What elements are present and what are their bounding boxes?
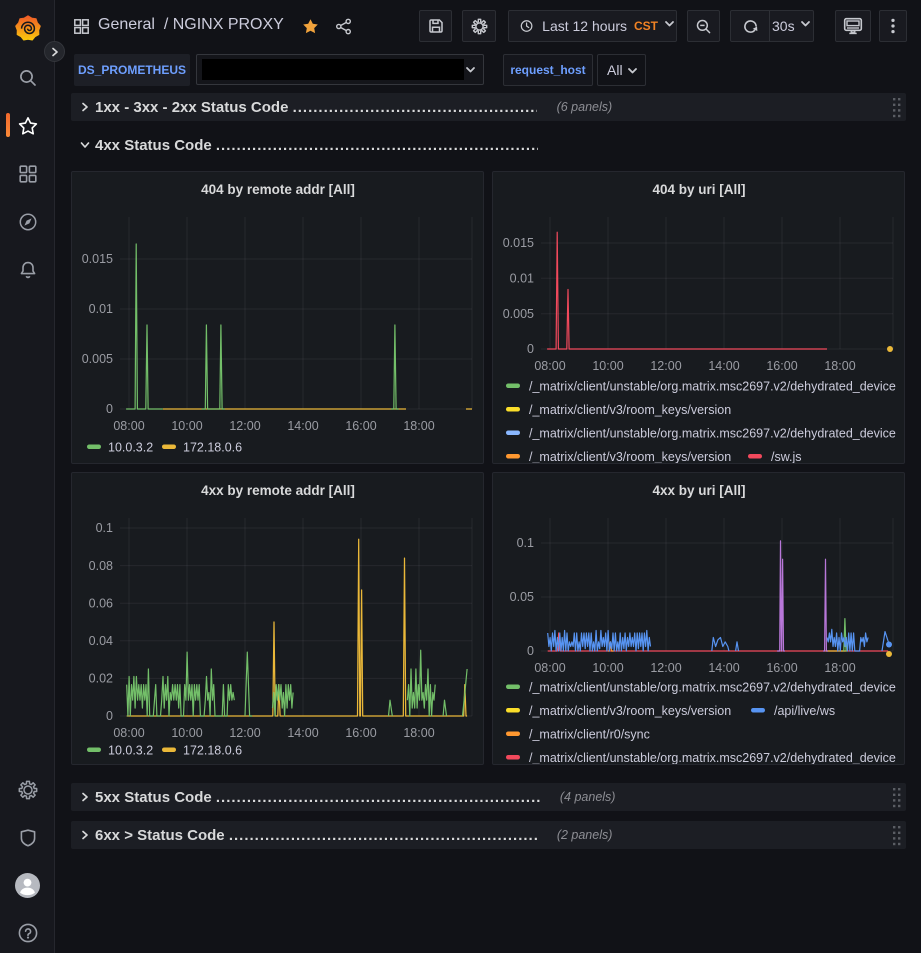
svg-text:08:00: 08:00 xyxy=(113,419,144,433)
svg-text:18:00: 18:00 xyxy=(824,359,855,373)
svg-text:10:00: 10:00 xyxy=(592,359,623,373)
svg-text:0.01: 0.01 xyxy=(89,302,113,316)
svg-text:0: 0 xyxy=(527,342,534,356)
svg-text:16:00: 16:00 xyxy=(766,661,797,675)
svg-text:/_matrix/client/unstable/org.m: /_matrix/client/unstable/org.matrix.msc2… xyxy=(529,751,896,765)
svg-text:10:00: 10:00 xyxy=(592,661,623,675)
svg-text:/sw.js: /sw.js xyxy=(771,450,802,464)
svg-text:0.015: 0.015 xyxy=(82,252,113,266)
svg-text:0: 0 xyxy=(527,644,534,658)
svg-text:404 by remote addr [All]: 404 by remote addr [All] xyxy=(201,182,355,197)
svg-text:0.08: 0.08 xyxy=(89,559,113,573)
svg-text:0.02: 0.02 xyxy=(89,672,113,686)
svg-text:14:00: 14:00 xyxy=(708,661,739,675)
svg-text:4xx by uri [All]: 4xx by uri [All] xyxy=(652,483,745,498)
svg-text:16:00: 16:00 xyxy=(345,726,376,740)
svg-text:/api/live/ws: /api/live/ws xyxy=(774,704,835,718)
svg-text:12:00: 12:00 xyxy=(229,726,260,740)
svg-text:10.0.3.2: 10.0.3.2 xyxy=(108,441,153,455)
svg-text:0.005: 0.005 xyxy=(82,352,113,366)
svg-text:14:00: 14:00 xyxy=(287,726,318,740)
svg-text:16:00: 16:00 xyxy=(766,359,797,373)
svg-text:0: 0 xyxy=(106,709,113,723)
svg-text:0.01: 0.01 xyxy=(510,272,534,286)
svg-text:/_matrix/client/v3/room_keys/v: /_matrix/client/v3/room_keys/version xyxy=(529,450,731,464)
svg-text:08:00: 08:00 xyxy=(534,359,565,373)
svg-text:0: 0 xyxy=(106,402,113,416)
svg-text:/_matrix/client/unstable/org.m: /_matrix/client/unstable/org.matrix.msc2… xyxy=(529,380,896,394)
svg-text:0.05: 0.05 xyxy=(510,590,534,604)
svg-text:/_matrix/client/r0/sync: /_matrix/client/r0/sync xyxy=(529,728,650,742)
svg-text:172.18.0.6: 172.18.0.6 xyxy=(183,744,242,758)
svg-text:0.005: 0.005 xyxy=(503,307,534,321)
svg-text:18:00: 18:00 xyxy=(824,661,855,675)
svg-text:08:00: 08:00 xyxy=(534,661,565,675)
svg-text:172.18.0.6: 172.18.0.6 xyxy=(183,441,242,455)
svg-text:12:00: 12:00 xyxy=(650,661,681,675)
svg-text:0.1: 0.1 xyxy=(96,521,113,535)
svg-text:/_matrix/client/unstable/org.m: /_matrix/client/unstable/org.matrix.msc2… xyxy=(529,681,896,695)
svg-text:0.04: 0.04 xyxy=(89,634,113,648)
svg-text:16:00: 16:00 xyxy=(345,419,376,433)
svg-text:0.015: 0.015 xyxy=(503,236,534,250)
svg-text:12:00: 12:00 xyxy=(650,359,681,373)
svg-text:08:00: 08:00 xyxy=(113,726,144,740)
svg-text:/_matrix/client/v3/room_keys/v: /_matrix/client/v3/room_keys/version xyxy=(529,704,731,718)
svg-text:/_matrix/client/v3/room_keys/v: /_matrix/client/v3/room_keys/version xyxy=(529,403,731,417)
svg-text:14:00: 14:00 xyxy=(287,419,318,433)
svg-text:0.1: 0.1 xyxy=(517,536,534,550)
svg-text:4xx by remote addr [All]: 4xx by remote addr [All] xyxy=(201,483,355,498)
svg-text:18:00: 18:00 xyxy=(403,726,434,740)
svg-text:10:00: 10:00 xyxy=(171,419,202,433)
svg-text:18:00: 18:00 xyxy=(403,419,434,433)
svg-text:10.0.3.2: 10.0.3.2 xyxy=(108,744,153,758)
svg-text:0.06: 0.06 xyxy=(89,596,113,610)
svg-text:404 by uri [All]: 404 by uri [All] xyxy=(652,182,745,197)
svg-text:14:00: 14:00 xyxy=(708,359,739,373)
svg-text:12:00: 12:00 xyxy=(229,419,260,433)
svg-text:/_matrix/client/unstable/org.m: /_matrix/client/unstable/org.matrix.msc2… xyxy=(529,427,896,441)
svg-text:10:00: 10:00 xyxy=(171,726,202,740)
